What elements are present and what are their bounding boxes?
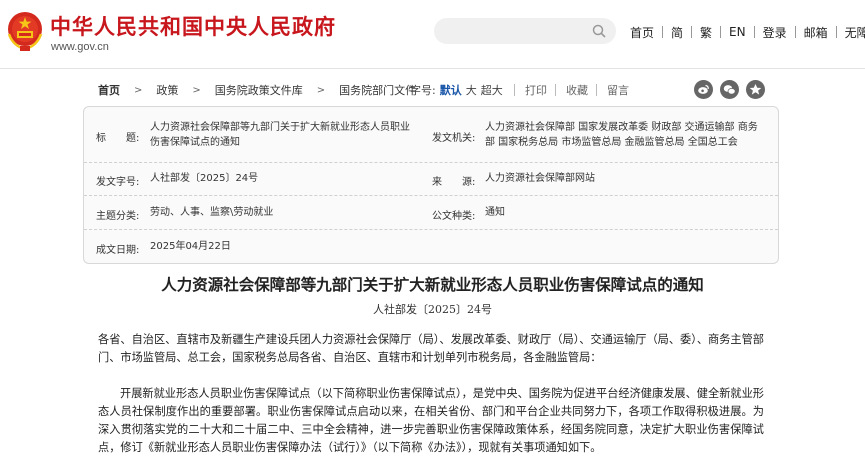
favorite-button[interactable]: 收藏 [566,82,588,98]
font-size-xlarge[interactable]: 超大 [481,82,503,98]
weibo-icon[interactable] [694,80,713,99]
font-size-switcher: 字号: 默认 大 超大 [410,82,507,98]
info-issuer-label: 发文机关: [432,133,476,144]
info-topic-label: 主题分类: [96,211,140,222]
article-paragraph: 开展新就业形态人员职业伤害保障试点（以下简称职业伤害保障试点），是党中央、国务院… [98,387,764,454]
info-topic-value: 劳动、人事、监察\劳动就业 [150,207,274,218]
nav-divider [662,26,664,38]
nav-divider [691,26,693,38]
tools-divider [514,84,515,96]
info-issuer-value: 人力资源社会保障部 国家发展改革委 财政部 交通运输部 商务部 国家税务总局 市… [485,122,758,148]
national-emblem-icon[interactable] [5,8,45,52]
site-header: 中华人民共和国中央人民政府 www.gov.cn 首页 简 繁 EN 登录 邮箱… [0,0,865,68]
search-input[interactable] [434,18,616,44]
more-icon[interactable] [746,80,765,99]
nav-home[interactable]: 首页 [626,24,658,41]
tools-divider [555,84,556,96]
article-doc-number: 人社部发〔2025〕24号 [373,303,492,316]
row-divider [84,162,778,163]
comment-button[interactable]: 留言 [607,82,629,98]
info-date-value: 2025年04月22日 [150,241,231,252]
info-source-label: 来 源: [432,177,476,188]
chevron-right-icon: > [134,84,143,96]
nav-traditional[interactable]: 繁 [696,24,716,41]
top-nav: 首页 简 繁 EN 登录 邮箱 无障碍 [626,23,865,41]
breadcrumb-home[interactable]: 首页 [98,82,120,98]
nav-divider [794,26,796,38]
nav-divider [753,26,755,38]
info-docno-value: 人社部发〔2025〕24号 [150,173,259,184]
breadcrumb-department-docs[interactable]: 国务院部门文件 [339,82,416,98]
nav-accessibility[interactable]: 无障碍 [841,24,865,41]
info-title-value: 人力资源社会保障部等九部门关于扩大新就业形态人员职业伤害保障试点的通知 [150,122,410,148]
font-size-label: 字号: [410,84,436,97]
wechat-icon[interactable] [720,80,739,99]
info-source-value: 人力资源社会保障部网站 [485,173,595,184]
article-title: 人力资源社会保障部等九部门关于扩大新就业形态人员职业伤害保障试点的通知 [161,275,704,294]
nav-login[interactable]: 登录 [759,24,791,41]
share-buttons [694,80,772,99]
site-name[interactable]: 中华人民共和国中央人民政府 [50,11,336,41]
breadcrumb-policy-library[interactable]: 国务院政策文件库 [215,82,303,98]
article-tools: 打印 收藏 留言 [514,82,637,98]
info-date-label: 成文日期: [96,245,140,256]
info-type-label: 公文种类: [432,211,476,222]
document-info-table: 标 题: 人力资源社会保障部等九部门关于扩大新就业形态人员职业伤害保障试点的通知… [83,106,779,264]
print-button[interactable]: 打印 [525,82,547,98]
nav-mail[interactable]: 邮箱 [800,24,832,41]
chevron-right-icon: > [192,84,201,96]
search-icon[interactable] [592,24,606,38]
tools-divider [596,84,597,96]
nav-divider [835,26,837,38]
breadcrumb-policy[interactable]: 政策 [156,82,178,98]
site-url: www.gov.cn [51,41,109,53]
font-size-large[interactable]: 大 [466,82,477,98]
header-divider [0,68,865,69]
row-divider [84,229,778,230]
info-type-value: 通知 [485,207,505,218]
row-divider [84,195,778,196]
nav-english[interactable]: EN [725,25,750,39]
nav-simplified[interactable]: 简 [667,24,687,41]
info-docno-label: 发文字号: [96,177,140,188]
nav-divider [720,26,722,38]
info-title-label: 标 题: [96,133,140,144]
breadcrumb: 首页 > 政策 > 国务院政策文件库 > 国务院部门文件 [98,82,416,98]
font-size-default[interactable]: 默认 [440,82,462,98]
chevron-right-icon: > [316,84,326,96]
article-paragraph: 各省、自治区、直辖市及新疆生产建设兵团人力资源社会保障厅（局）、发展改革委、财政… [98,333,764,364]
